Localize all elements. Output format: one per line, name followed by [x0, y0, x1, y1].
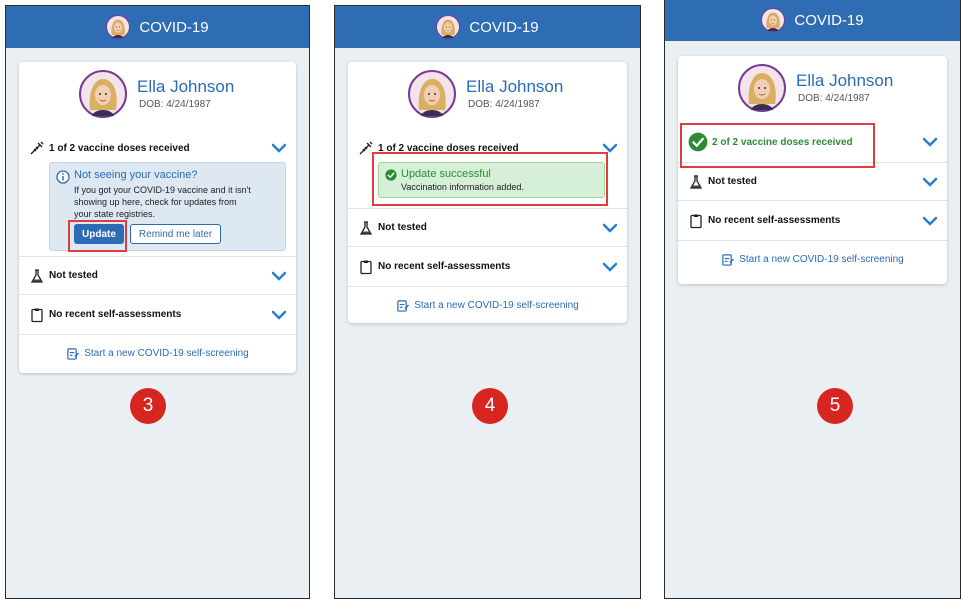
vaccine-status-highlight — [680, 123, 875, 168]
clipboard-icon — [358, 259, 374, 275]
patient-profile: Ella Johnson DOB: 4/24/1987 — [19, 62, 296, 128]
self-assessment-label: No recent self-assessments — [378, 261, 511, 272]
avatar-icon — [436, 15, 460, 39]
self-assessment-row[interactable]: No recent self-assessments — [678, 200, 947, 240]
screening-icon — [66, 347, 79, 360]
status-card: Ella Johnson DOB: 4/24/1987 1 of 2 vacci… — [19, 62, 296, 373]
phone-panel-step-3: COVID-19 Ella Johnson DOB: 4/24/1987 1 o… — [5, 5, 310, 599]
start-screening-label: Start a new COVID-19 self-screening — [739, 253, 904, 265]
patient-avatar — [408, 70, 456, 118]
chevron-down-icon[interactable] — [923, 137, 937, 147]
patient-name: Ella Johnson — [796, 71, 894, 90]
remind-later-button[interactable]: Remind me later — [129, 224, 222, 244]
chevron-down-icon[interactable] — [923, 177, 937, 187]
self-assessment-row[interactable]: No recent self-assessments — [348, 246, 627, 286]
patient-dob: DOB: 4/24/1987 — [798, 93, 870, 104]
clipboard-icon — [29, 307, 45, 323]
patient-dob: DOB: 4/24/1987 — [468, 99, 540, 110]
app-header: COVID-19 — [6, 6, 309, 48]
chevron-down-icon[interactable] — [603, 223, 617, 233]
app-title: COVID-19 — [469, 18, 539, 36]
screening-icon — [396, 299, 409, 312]
screening-icon — [721, 253, 734, 266]
self-assessment-label: No recent self-assessments — [49, 309, 182, 320]
start-screening-link[interactable]: Start a new COVID-19 self-screening — [348, 286, 627, 323]
patient-profile: Ella Johnson DOB: 4/24/1987 — [348, 62, 627, 128]
test-row[interactable]: Not tested — [348, 208, 627, 246]
notice-body: If you got your COVID-19 vaccine and it … — [74, 185, 251, 219]
patient-name: Ella Johnson — [137, 77, 235, 96]
avatar-icon — [761, 8, 785, 32]
vaccine-status-label: 1 of 2 vaccine doses received — [49, 142, 190, 154]
phone-panel-step-5: COVID-19 Ella Johnson DOB: 4/24/1987 2 o… — [664, 0, 961, 599]
start-screening-link[interactable]: Start a new COVID-19 self-screening — [678, 240, 947, 277]
self-assessment-row[interactable]: No recent self-assessments — [19, 294, 296, 334]
step-badge: 4 — [472, 388, 508, 424]
success-message-highlight — [372, 152, 608, 206]
test-status-label: Not tested — [378, 222, 427, 233]
status-card: Ella Johnson DOB: 4/24/1987 2 of 2 vacci… — [678, 56, 947, 284]
patient-name: Ella Johnson — [466, 77, 564, 96]
chevron-down-icon[interactable] — [272, 310, 286, 320]
chevron-down-icon[interactable] — [272, 271, 286, 281]
step-badge: 3 — [130, 388, 166, 424]
app-header: COVID-19 — [665, 0, 960, 41]
phone-panel-step-4: COVID-19 Ella Johnson DOB: 4/24/1987 1 o… — [334, 5, 641, 599]
start-screening-label: Start a new COVID-19 self-screening — [84, 347, 249, 359]
step-badge: 5 — [817, 388, 853, 424]
chevron-down-icon[interactable] — [923, 216, 937, 226]
test-status-label: Not tested — [49, 270, 98, 281]
app-title: COVID-19 — [139, 18, 209, 36]
patient-avatar — [79, 70, 127, 118]
test-status-label: Not tested — [708, 176, 757, 187]
syringe-icon — [29, 140, 45, 156]
flask-icon — [29, 268, 45, 284]
update-button-highlight — [68, 220, 127, 252]
clipboard-icon — [688, 213, 704, 229]
flask-icon — [688, 174, 704, 190]
app-title: COVID-19 — [794, 11, 864, 29]
patient-profile: Ella Johnson DOB: 4/24/1987 — [678, 56, 947, 122]
avatar-icon — [106, 15, 130, 39]
patient-avatar — [738, 64, 786, 112]
chevron-down-icon[interactable] — [272, 143, 286, 153]
chevron-down-icon[interactable] — [603, 262, 617, 272]
info-icon — [56, 170, 70, 184]
notice-title: Not seeing your vaccine? — [74, 169, 198, 181]
app-header: COVID-19 — [335, 6, 640, 48]
start-screening-link[interactable]: Start a new COVID-19 self-screening — [19, 334, 296, 371]
patient-dob: DOB: 4/24/1987 — [139, 99, 211, 110]
flask-icon — [358, 220, 374, 236]
test-row[interactable]: Not tested — [19, 256, 296, 294]
vaccine-detail: Not seeing your vaccine? If you got your… — [19, 162, 296, 256]
self-assessment-label: No recent self-assessments — [708, 215, 841, 226]
start-screening-label: Start a new COVID-19 self-screening — [414, 299, 579, 311]
